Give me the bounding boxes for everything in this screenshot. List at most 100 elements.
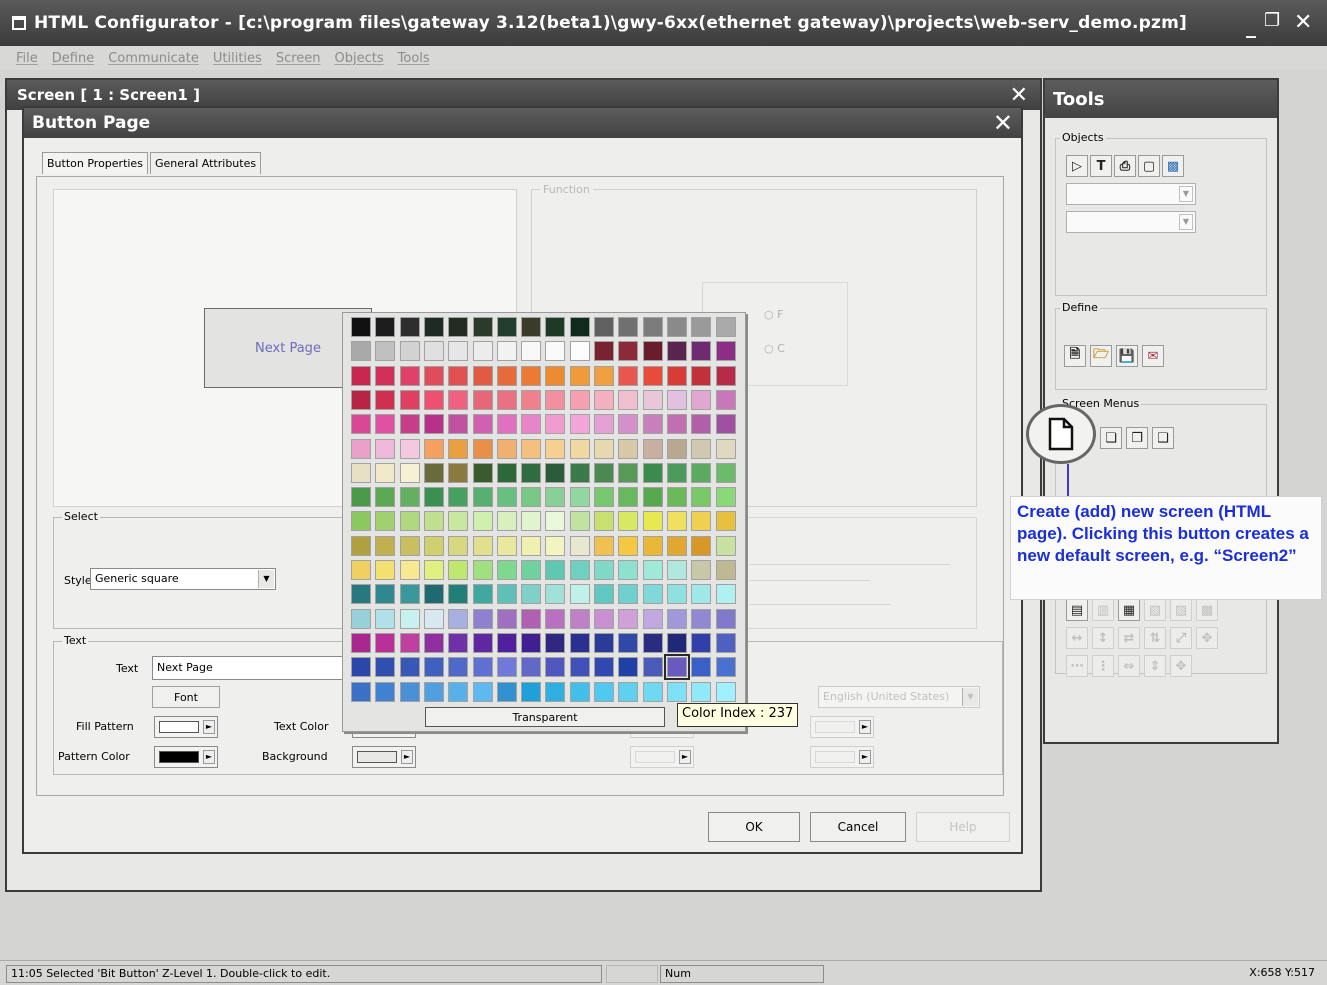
color-swatch[interactable] bbox=[521, 462, 542, 483]
color-swatch[interactable] bbox=[521, 487, 542, 508]
color-swatch[interactable] bbox=[472, 414, 493, 435]
color-swatch[interactable] bbox=[351, 681, 371, 702]
ok-button[interactable]: OK bbox=[708, 812, 800, 842]
color-swatch[interactable] bbox=[351, 462, 371, 483]
tab-general-attributes[interactable]: General Attributes bbox=[149, 152, 262, 174]
color-swatch[interactable] bbox=[594, 681, 614, 702]
menu-utilities[interactable]: Utilities bbox=[213, 51, 262, 66]
color-swatch[interactable] bbox=[521, 365, 542, 386]
color-swatch[interactable] bbox=[715, 657, 736, 678]
new-document-icon[interactable]: 🗎 bbox=[1064, 345, 1086, 367]
color-swatch[interactable] bbox=[545, 389, 566, 410]
color-swatch[interactable] bbox=[399, 535, 420, 556]
color-swatch[interactable] bbox=[569, 511, 590, 532]
color-swatch[interactable] bbox=[642, 438, 663, 459]
color-swatch[interactable] bbox=[448, 681, 469, 702]
color-swatch[interactable] bbox=[642, 462, 663, 483]
color-swatch[interactable] bbox=[448, 365, 469, 386]
color-swatch[interactable] bbox=[594, 341, 614, 362]
color-swatch[interactable] bbox=[642, 560, 663, 580]
color-swatch[interactable] bbox=[375, 511, 396, 532]
color-swatch[interactable] bbox=[545, 341, 566, 362]
color-swatch[interactable] bbox=[448, 584, 469, 605]
dialog-close-icon[interactable]: ✕ bbox=[993, 109, 1013, 137]
color-swatch[interactable] bbox=[642, 414, 663, 435]
menu-screen[interactable]: Screen bbox=[276, 51, 321, 66]
color-swatch[interactable] bbox=[545, 438, 566, 459]
color-swatch[interactable] bbox=[691, 657, 712, 678]
color-swatch[interactable] bbox=[351, 560, 371, 580]
color-swatch[interactable] bbox=[666, 681, 687, 702]
color-swatch[interactable] bbox=[642, 341, 663, 362]
color-swatch[interactable] bbox=[691, 608, 712, 629]
color-swatch[interactable] bbox=[496, 584, 517, 605]
color-swatch[interactable] bbox=[496, 462, 517, 483]
color-swatch[interactable] bbox=[399, 365, 420, 386]
color-swatch[interactable] bbox=[715, 414, 736, 435]
color-swatch[interactable] bbox=[618, 317, 639, 337]
color-swatch[interactable] bbox=[569, 438, 590, 459]
color-swatch[interactable] bbox=[448, 511, 469, 532]
color-swatch[interactable] bbox=[618, 365, 639, 386]
color-swatch[interactable] bbox=[375, 487, 396, 508]
color-swatch[interactable] bbox=[375, 341, 396, 362]
color-swatch[interactable] bbox=[691, 365, 712, 386]
align-left-icon[interactable]: ▤ bbox=[1066, 599, 1088, 621]
color-swatch[interactable] bbox=[375, 632, 396, 653]
color-swatch[interactable] bbox=[375, 438, 396, 459]
button-tool-icon[interactable]: ▢ bbox=[1138, 155, 1160, 177]
color-swatch[interactable] bbox=[399, 681, 420, 702]
color-swatch[interactable] bbox=[715, 632, 736, 653]
color-swatch[interactable] bbox=[496, 438, 517, 459]
color-swatch[interactable] bbox=[448, 608, 469, 629]
color-swatch[interactable] bbox=[569, 389, 590, 410]
color-swatch[interactable] bbox=[521, 389, 542, 410]
color-swatch[interactable] bbox=[715, 535, 736, 556]
font-button[interactable]: Font bbox=[152, 686, 220, 708]
color-swatch[interactable] bbox=[642, 511, 663, 532]
color-swatch[interactable] bbox=[691, 414, 712, 435]
color-swatch[interactable] bbox=[715, 511, 736, 532]
screen-properties-icon[interactable]: ❑ bbox=[1152, 427, 1174, 449]
color-swatch[interactable] bbox=[666, 462, 687, 483]
color-swatch[interactable] bbox=[496, 608, 517, 629]
color-swatch[interactable] bbox=[496, 317, 517, 337]
color-swatch[interactable] bbox=[521, 681, 542, 702]
duplicate-screen-icon[interactable]: ❐ bbox=[1126, 427, 1148, 449]
color-swatch[interactable] bbox=[691, 681, 712, 702]
restore-icon[interactable]: ❐ bbox=[1264, 10, 1280, 31]
color-swatch[interactable] bbox=[618, 341, 639, 362]
color-swatch[interactable] bbox=[618, 462, 639, 483]
color-swatch[interactable] bbox=[666, 608, 687, 629]
color-swatch[interactable] bbox=[666, 584, 687, 605]
color-swatch[interactable] bbox=[642, 317, 663, 337]
color-swatch[interactable] bbox=[666, 438, 687, 459]
menu-objects[interactable]: Objects bbox=[335, 51, 384, 66]
color-swatch[interactable] bbox=[691, 462, 712, 483]
color-swatch[interactable] bbox=[448, 487, 469, 508]
color-swatch[interactable] bbox=[715, 487, 736, 508]
color-swatch[interactable] bbox=[642, 657, 663, 678]
close-icon[interactable]: ✕ bbox=[1294, 10, 1312, 35]
color-swatch[interactable] bbox=[496, 341, 517, 362]
color-swatch[interactable] bbox=[691, 341, 712, 362]
color-swatch[interactable] bbox=[569, 681, 590, 702]
color-swatch[interactable] bbox=[351, 608, 371, 629]
color-swatch[interactable] bbox=[569, 584, 590, 605]
color-swatch[interactable] bbox=[618, 438, 639, 459]
color-swatch[interactable] bbox=[375, 317, 396, 337]
color-swatch[interactable] bbox=[691, 389, 712, 410]
color-swatch[interactable] bbox=[545, 462, 566, 483]
color-swatch[interactable] bbox=[715, 608, 736, 629]
color-swatch[interactable] bbox=[448, 341, 469, 362]
color-swatch[interactable] bbox=[594, 511, 614, 532]
color-swatch[interactable] bbox=[521, 414, 542, 435]
color-swatch[interactable] bbox=[351, 584, 371, 605]
color-swatch[interactable] bbox=[715, 681, 736, 702]
color-swatch[interactable] bbox=[423, 389, 444, 410]
color-swatch[interactable] bbox=[351, 657, 371, 678]
color-swatch[interactable] bbox=[351, 487, 371, 508]
color-swatch[interactable] bbox=[472, 462, 493, 483]
color-swatch[interactable] bbox=[496, 414, 517, 435]
color-swatch[interactable] bbox=[496, 389, 517, 410]
